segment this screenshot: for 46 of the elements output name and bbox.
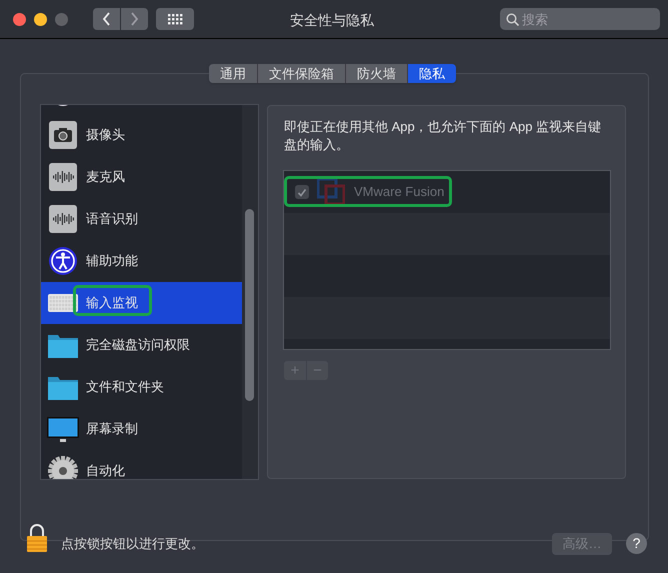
grid-icon [168, 14, 182, 24]
sidebar-item[interactable]: 文件和文件夹 [41, 366, 242, 408]
padlock-icon [26, 524, 48, 553]
sidebar-item[interactable]: 自动化 [41, 450, 242, 479]
scrollbar-thumb[interactable] [245, 209, 254, 401]
tab[interactable]: 防火墙 [345, 64, 407, 83]
sidebar-item[interactable]: 语音识别 [41, 198, 242, 240]
waveform-icon [48, 204, 78, 234]
accessibility-icon [48, 246, 78, 276]
sidebar-item[interactable]: 完全磁盘访问权限 [41, 324, 242, 366]
back-button[interactable] [93, 8, 120, 30]
tab[interactable]: 通用 [209, 64, 257, 83]
forward-button[interactable] [121, 8, 148, 30]
sidebar-label: 完全磁盘访问权限 [86, 336, 190, 354]
sidebar-item[interactable]: 辅助功能 [41, 240, 242, 282]
monitor-icon [47, 416, 79, 442]
overlapping-squares-icon [317, 178, 345, 206]
app-name: VMware Fusion [354, 183, 444, 202]
minimize-button[interactable] [34, 12, 47, 26]
tab[interactable]: 隐私 [407, 64, 456, 83]
help-button[interactable]: ? [626, 533, 647, 554]
sidebar-item[interactable]: 摄像头 [41, 114, 242, 156]
sidebar-item[interactable]: 麦克风 [41, 156, 242, 198]
sidebar-item[interactable]: 输入监视 [41, 282, 242, 324]
description-text: 即使正在使用其他 App，也允许下面的 App 监视来自键盘的输入。 [284, 118, 602, 154]
search-icon [506, 13, 519, 26]
sidebar-label: 文件和文件夹 [86, 378, 164, 396]
window-title: 安全性与隐私 [290, 11, 374, 30]
sidebar-label: 语音识别 [86, 210, 138, 228]
sidebar-label: 辅助功能 [86, 252, 138, 270]
search-field[interactable]: 搜索 [500, 8, 660, 30]
lock-hint: 点按锁按钮以进行更改。 [61, 535, 204, 553]
tab[interactable]: 文件保险箱 [257, 64, 345, 83]
chevron-left-icon [102, 12, 111, 26]
close-button[interactable] [13, 12, 26, 26]
sidebar-label: 自动化 [86, 462, 125, 479]
camera-icon [48, 120, 78, 150]
sidebar-label: 麦克风 [86, 168, 125, 186]
chevron-right-icon [130, 12, 139, 26]
waveform-icon [48, 162, 78, 192]
show-all-button[interactable] [156, 8, 194, 30]
checkmark-icon [297, 188, 307, 196]
sidebar-item[interactable]: 屏幕录制 [41, 408, 242, 450]
sidebar-label: 输入监视 [86, 294, 138, 312]
sidebar-label: 摄像头 [86, 126, 125, 144]
sidebar-label: 屏幕录制 [86, 420, 138, 438]
